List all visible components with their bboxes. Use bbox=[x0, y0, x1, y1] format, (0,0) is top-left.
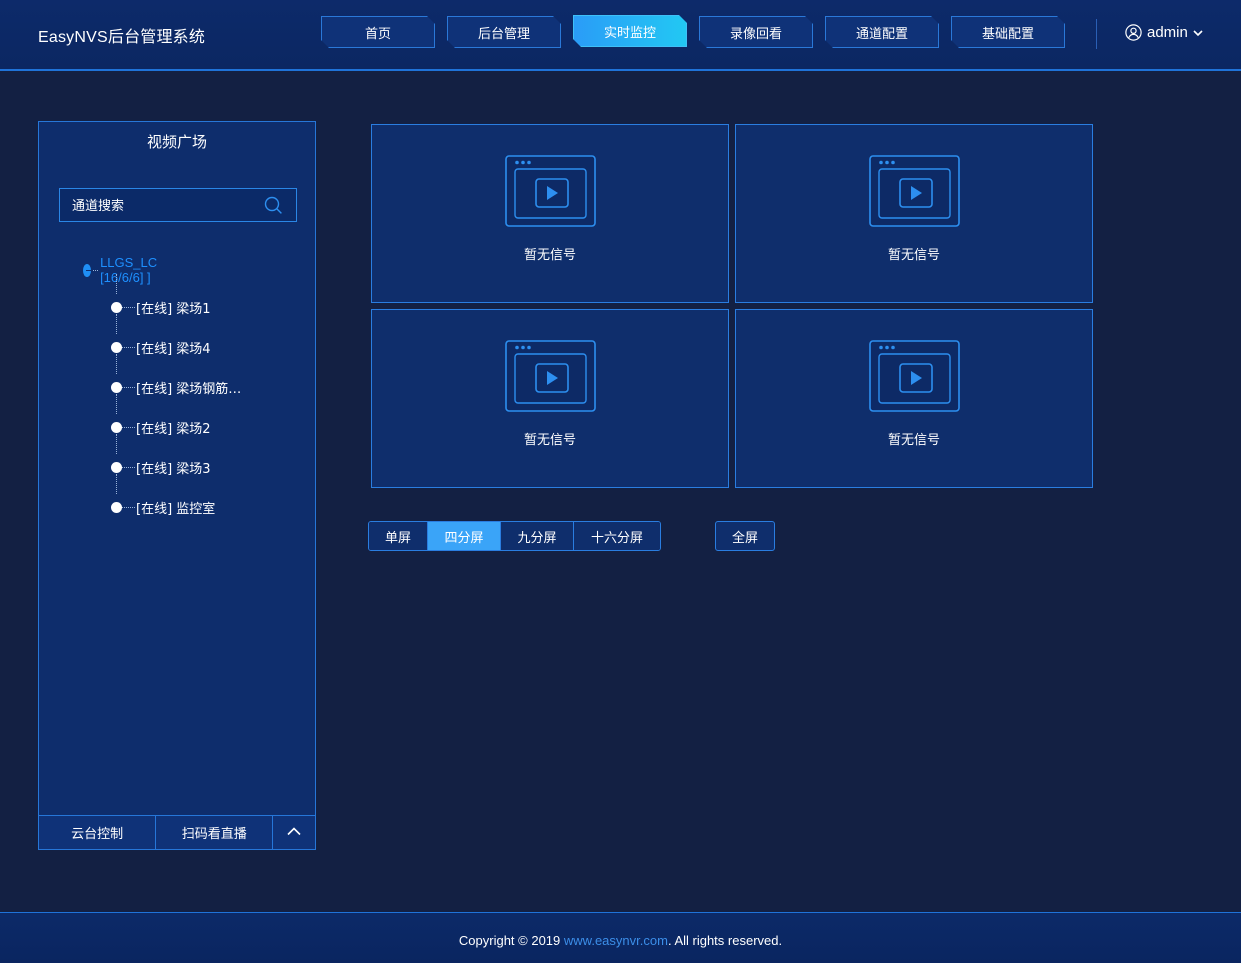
fullscreen-button[interactable]: 全屏 bbox=[715, 521, 775, 551]
tree-connector bbox=[122, 347, 135, 348]
video-placeholder-icon bbox=[869, 155, 961, 233]
no-signal-label: 暂无信号 bbox=[523, 433, 576, 448]
username: admin bbox=[1147, 24, 1188, 41]
app-title: EasyNVS后台管理系统 bbox=[38, 29, 206, 46]
tree-root-label: LLGS_LC [16/6/6] ] bbox=[100, 255, 158, 285]
nav-channel-config[interactable]: 通道配置 bbox=[825, 16, 939, 48]
video-cell[interactable]: 暂无信号 bbox=[735, 124, 1093, 303]
tree-channel[interactable]: [在线] 梁场3 bbox=[111, 458, 211, 477]
tree-connector bbox=[122, 427, 135, 428]
channel-label: [在线] 梁场3 bbox=[136, 462, 211, 477]
online-dot-icon bbox=[111, 422, 122, 433]
user-menu[interactable]: admin bbox=[1125, 24, 1203, 41]
tree-line bbox=[116, 314, 117, 334]
tree-connector bbox=[122, 387, 135, 388]
copyright-prefix: Copyright © 2019 bbox=[458, 933, 564, 948]
tree-channel[interactable]: [在线] 监控室 bbox=[111, 498, 215, 517]
search-icon[interactable] bbox=[264, 196, 283, 219]
channel-label: [在线] 梁场1 bbox=[136, 302, 211, 317]
nav-playback[interactable]: 录像回看 bbox=[699, 16, 813, 48]
nav-admin[interactable]: 后台管理 bbox=[447, 16, 561, 48]
search-input[interactable] bbox=[60, 189, 274, 223]
tree-connector bbox=[122, 467, 135, 468]
nav-live-monitor[interactable]: 实时监控 bbox=[573, 15, 687, 47]
sidebar-footer: 云台控制 扫码看直播 bbox=[39, 815, 316, 849]
split-single-button[interactable]: 单屏 bbox=[369, 522, 428, 550]
split-nine-button[interactable]: 九分屏 bbox=[501, 522, 574, 550]
video-placeholder-icon bbox=[505, 155, 597, 233]
tree-line bbox=[116, 274, 117, 294]
video-placeholder-icon bbox=[505, 340, 597, 418]
collapse-icon[interactable] bbox=[83, 263, 93, 277]
online-dot-icon bbox=[111, 382, 122, 393]
video-cell[interactable]: 暂无信号 bbox=[371, 124, 729, 303]
online-dot-icon bbox=[111, 502, 122, 513]
copyright-suffix: . All rights reserved. bbox=[667, 933, 783, 948]
tree-line bbox=[116, 394, 117, 414]
channel-label: [在线] 监控室 bbox=[136, 502, 216, 517]
split-mode-group: 单屏 四分屏 九分屏 十六分屏 bbox=[368, 521, 661, 551]
no-signal-label: 暂无信号 bbox=[523, 248, 576, 263]
online-dot-icon bbox=[111, 342, 122, 353]
tree-connector bbox=[122, 507, 135, 508]
video-placeholder-icon bbox=[869, 340, 961, 418]
tree-channel[interactable]: [在线] 梁场1 bbox=[111, 298, 211, 317]
tree-root[interactable]: LLGS_LC [16/6/6] ] bbox=[83, 255, 167, 285]
nav-home[interactable]: 首页 bbox=[321, 16, 435, 48]
video-cell[interactable]: 暂无信号 bbox=[371, 309, 729, 488]
channel-label: [在线] 梁场2 bbox=[136, 422, 211, 437]
no-signal-label: 暂无信号 bbox=[887, 433, 940, 448]
channel-search bbox=[59, 188, 297, 223]
channel-sidebar: 视频广场 LLGS_LC [16/6/6] ] [在线] 梁场1 [在线] 梁场… bbox=[38, 121, 316, 850]
tree-line bbox=[116, 434, 117, 454]
channel-label: [在线] 梁场钢筋… bbox=[136, 382, 242, 397]
qrcode-live-button[interactable]: 扫码看直播 bbox=[156, 816, 274, 849]
nav-basic-config[interactable]: 基础配置 bbox=[951, 16, 1065, 48]
chevron-up-icon bbox=[287, 825, 301, 840]
tree-channel[interactable]: [在线] 梁场2 bbox=[111, 418, 211, 437]
tree-line bbox=[116, 354, 117, 374]
collapse-panel-button[interactable] bbox=[273, 816, 316, 849]
sidebar-title: 视频广场 bbox=[146, 133, 207, 151]
ptz-control-button[interactable]: 云台控制 bbox=[39, 816, 157, 849]
no-signal-label: 暂无信号 bbox=[887, 248, 940, 263]
header-bar: EasyNVS后台管理系统 首页 后台管理 实时监控 录像回看 通道配置 基础配… bbox=[0, 0, 1241, 71]
split-sixteen-button[interactable]: 十六分屏 bbox=[574, 522, 660, 550]
tree-channel[interactable]: [在线] 梁场钢筋… bbox=[111, 378, 241, 397]
nav-divider bbox=[1096, 19, 1097, 49]
tree-channel[interactable]: [在线] 梁场4 bbox=[111, 338, 211, 357]
page-footer: Copyright © 2019 www.easynvr.com. All ri… bbox=[0, 912, 1241, 963]
chevron-down-icon bbox=[1193, 29, 1203, 37]
channel-label: [在线] 梁场4 bbox=[136, 342, 211, 357]
online-dot-icon bbox=[111, 302, 122, 313]
tree-line bbox=[116, 474, 117, 494]
tree-connector bbox=[122, 307, 135, 308]
website-link[interactable]: www.easynvr.com bbox=[564, 933, 668, 948]
split-four-button[interactable]: 四分屏 bbox=[428, 522, 501, 550]
video-cell[interactable]: 暂无信号 bbox=[735, 309, 1093, 488]
online-dot-icon bbox=[111, 462, 122, 473]
copyright: Copyright © 2019 www.easynvr.com. All ri… bbox=[0, 933, 1241, 948]
user-icon bbox=[1125, 24, 1142, 41]
